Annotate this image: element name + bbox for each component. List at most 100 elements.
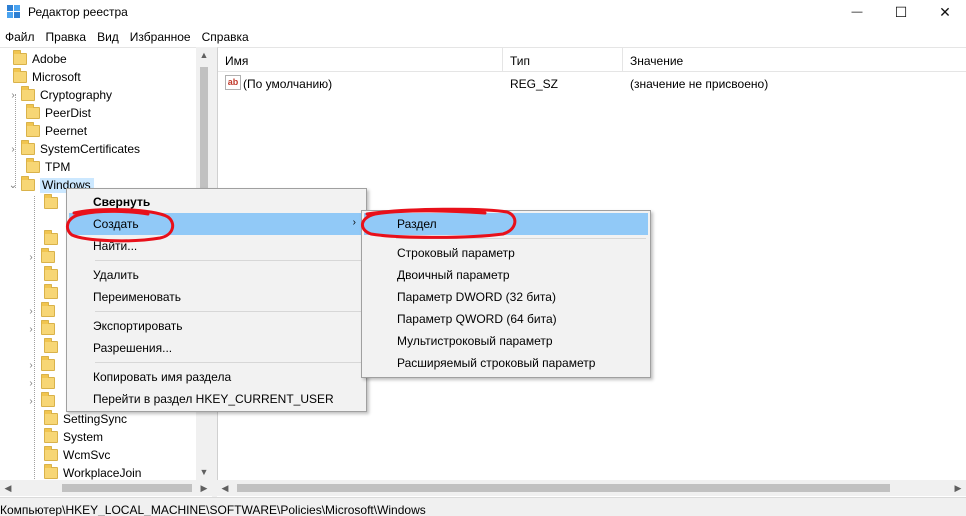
tree-item-label: Peernet	[45, 124, 88, 138]
menu-item-new-expandable-string[interactable]: Расширяемый строковый параметр	[364, 352, 648, 374]
tree-item-hidden[interactable]: ›	[26, 392, 60, 410]
value-name: (По умолчанию)	[243, 77, 333, 91]
value-type: REG_SZ	[510, 77, 559, 91]
expander-icon[interactable]: ›	[26, 324, 36, 335]
menu-item-new-binary[interactable]: Двоичный параметр	[364, 264, 648, 286]
tree-item-adobe[interactable]: Adobe	[0, 50, 67, 68]
table-row[interactable]: ab (По умолчанию) REG_SZ (значение не пр…	[218, 74, 966, 92]
menu-file[interactable]: Файл	[0, 27, 41, 47]
menu-help[interactable]: Справка	[197, 27, 255, 47]
menu-item-delete[interactable]: Удалить	[69, 264, 364, 286]
folder-icon	[41, 248, 55, 263]
expander-icon[interactable]: ›	[26, 252, 36, 263]
tree-item-hidden[interactable]: ›	[26, 302, 60, 320]
column-header-name[interactable]: Имя	[218, 48, 503, 72]
scroll-right-icon[interactable]: ▶	[196, 480, 212, 496]
tree-item-wcmsvc[interactable]: WcmSvc	[44, 446, 110, 464]
list-horizontal-scrollbar[interactable]: ◀ ▶	[217, 480, 966, 496]
folder-icon	[13, 68, 27, 83]
tree-item-cryptography[interactable]: › Cryptography	[8, 86, 112, 104]
menu-item-collapse[interactable]: Свернуть	[69, 191, 364, 213]
scroll-up-icon[interactable]: ▲	[196, 47, 212, 63]
tree-item-hidden[interactable]: ›	[26, 374, 60, 392]
tree-item-hidden[interactable]	[44, 266, 63, 284]
folder-icon	[44, 464, 58, 479]
tree-item-peerdist[interactable]: PeerDist	[18, 104, 91, 122]
tree-item-label: Cryptography	[40, 88, 113, 102]
folder-icon	[44, 446, 58, 461]
tree-item-tpm[interactable]: TPM	[18, 158, 70, 176]
tree-item-hidden[interactable]: ›	[26, 356, 60, 374]
column-header-type[interactable]: Тип	[503, 48, 623, 72]
menu-item-new-key[interactable]: Раздел	[364, 213, 648, 235]
tree-item-label: System	[63, 430, 104, 444]
tree-item-settingsync[interactable]: SettingSync	[44, 410, 127, 428]
menu-item-new-string[interactable]: Строковый параметр	[364, 242, 648, 264]
menu-view[interactable]: Вид	[92, 27, 125, 47]
tree-horizontal-scrollbar[interactable]: ◀ ▶	[0, 480, 212, 496]
tree-item-microsoft[interactable]: Microsoft	[0, 68, 81, 86]
scroll-left-icon[interactable]: ◀	[217, 480, 233, 496]
menu-separator	[396, 238, 646, 239]
folder-icon	[21, 86, 35, 101]
menu-item-new-multistring[interactable]: Мультистроковый параметр	[364, 330, 648, 352]
tree-item-hidden[interactable]: ›	[26, 320, 60, 338]
tree-item-hidden[interactable]	[44, 194, 63, 212]
tree-item-system[interactable]: System	[44, 428, 103, 446]
expander-icon[interactable]: ›	[26, 306, 36, 317]
tree-item-hidden[interactable]	[44, 230, 63, 248]
menu-item-permissions[interactable]: Разрешения...	[69, 337, 364, 359]
expander-icon[interactable]: ›	[26, 396, 36, 407]
value-data: (значение не присвоено)	[630, 77, 769, 91]
expander-icon[interactable]: ›	[26, 378, 36, 389]
folder-icon	[44, 194, 58, 209]
menu-item-find[interactable]: Найти...	[69, 235, 364, 257]
scroll-left-icon[interactable]: ◀	[0, 480, 16, 496]
folder-icon	[13, 50, 27, 65]
tree-item-label: PeerDist	[45, 106, 92, 120]
tree-item-label: Microsoft	[32, 70, 81, 84]
minimize-button[interactable]: —	[834, 0, 880, 24]
folder-icon	[44, 428, 58, 443]
tree-item-hidden[interactable]	[44, 338, 63, 356]
scroll-thumb[interactable]	[237, 484, 890, 492]
tree-item-hidden[interactable]	[44, 284, 63, 302]
expander-icon[interactable]: ⌄	[8, 180, 18, 191]
folder-icon	[26, 158, 40, 173]
menu-item-copy-key-name[interactable]: Копировать имя раздела	[69, 366, 364, 388]
submenu-arrow-icon: ›	[352, 217, 356, 228]
menu-item-label: Создать	[93, 217, 139, 231]
expander-icon[interactable]: ›	[8, 90, 18, 101]
folder-icon	[41, 356, 55, 371]
expander-icon[interactable]: ›	[26, 360, 36, 371]
tree-item-systemcertificates[interactable]: › SystemCertificates	[8, 140, 140, 158]
tree-item-label: SystemCertificates	[40, 142, 141, 156]
title-bar: Редактор реестра — ☐ ✕	[0, 0, 966, 26]
column-header-value[interactable]: Значение	[623, 48, 966, 72]
menu-item-new-dword[interactable]: Параметр DWORD (32 бита)	[364, 286, 648, 308]
menu-item-rename[interactable]: Переименовать	[69, 286, 364, 308]
menu-item-create[interactable]: Создать ›	[69, 213, 364, 235]
menu-edit[interactable]: Правка	[41, 27, 93, 47]
tree-item-label: Adobe	[32, 52, 67, 66]
scroll-thumb[interactable]	[62, 484, 192, 492]
folder-icon	[44, 338, 58, 353]
maximize-button[interactable]: ☐	[878, 0, 924, 24]
menu-item-export[interactable]: Экспортировать	[69, 315, 364, 337]
menu-item-new-qword[interactable]: Параметр QWORD (64 бита)	[364, 308, 648, 330]
menu-separator	[95, 311, 362, 312]
tree-item-label: SettingSync	[63, 412, 128, 426]
expander-icon[interactable]: ›	[8, 144, 18, 155]
folder-icon	[44, 284, 58, 299]
tree-item-hidden[interactable]: ›	[26, 248, 60, 266]
scroll-right-icon[interactable]: ▶	[950, 480, 966, 496]
status-path: Компьютер\HKEY_LOCAL_MACHINE\SOFTWARE\Po…	[0, 503, 426, 516]
folder-icon	[21, 176, 35, 191]
menu-favorites[interactable]: Избранное	[125, 27, 197, 47]
folder-icon	[41, 320, 55, 335]
folder-icon	[26, 104, 40, 119]
tree-item-peernet[interactable]: Peernet	[18, 122, 87, 140]
menu-item-goto-hkcu[interactable]: Перейти в раздел HKEY_CURRENT_USER	[69, 388, 364, 410]
close-button[interactable]: ✕	[922, 0, 966, 24]
scroll-down-icon[interactable]: ▼	[196, 464, 212, 480]
